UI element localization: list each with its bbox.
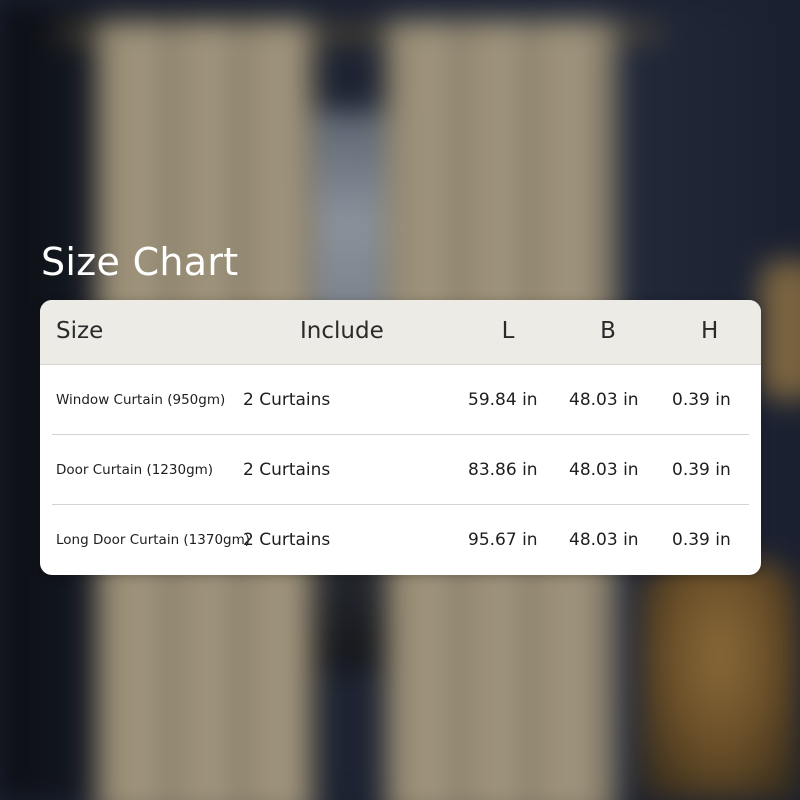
header-length: L: [501, 318, 515, 344]
cell-breadth: 48.03 in: [569, 390, 639, 410]
table-header: Size Include L B H: [40, 300, 761, 365]
header-height: H: [701, 318, 719, 344]
cell-size: Window Curtain (950gm): [56, 392, 226, 408]
cell-height: 0.39 in: [672, 390, 731, 410]
cell-size: Long Door Curtain (1370gm): [56, 532, 251, 548]
size-chart-image: Size Chart Size Include L B H Window Cur…: [0, 0, 800, 800]
header-size: Size: [56, 318, 104, 344]
cell-size: Door Curtain (1230gm): [56, 462, 214, 478]
table-row: Door Curtain (1230gm) 2 Curtains 83.86 i…: [40, 435, 761, 505]
cell-length: 59.84 in: [468, 390, 538, 410]
page-title: Size Chart: [41, 240, 239, 284]
cell-breadth: 48.03 in: [569, 530, 639, 550]
cell-height: 0.39 in: [672, 460, 731, 480]
cell-include: 2 Curtains: [243, 390, 331, 410]
header-include: Include: [300, 318, 384, 344]
size-table: Size Include L B H Window Curtain (950gm…: [40, 300, 761, 575]
cell-height: 0.39 in: [672, 530, 731, 550]
table-row: Long Door Curtain (1370gm) 2 Curtains 95…: [40, 505, 761, 575]
cell-length: 83.86 in: [468, 460, 538, 480]
cell-length: 95.67 in: [468, 530, 538, 550]
cell-include: 2 Curtains: [243, 530, 331, 550]
cell-include: 2 Curtains: [243, 460, 331, 480]
cell-breadth: 48.03 in: [569, 460, 639, 480]
table-row: Window Curtain (950gm) 2 Curtains 59.84 …: [40, 365, 761, 435]
header-breadth: B: [600, 318, 616, 344]
wall-sconce: [760, 260, 800, 400]
decor-vase: [640, 560, 800, 800]
